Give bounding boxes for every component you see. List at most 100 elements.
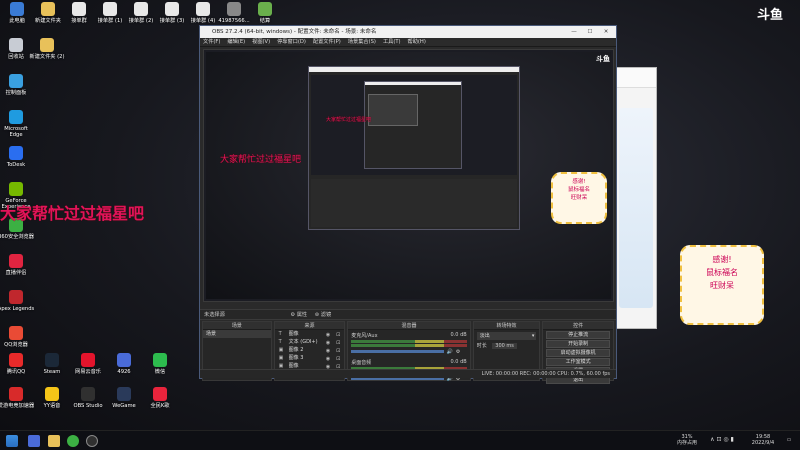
speaker-icon[interactable]: 🔊 — [447, 349, 453, 355]
app-icon — [9, 353, 23, 367]
desktop-top-icon-8[interactable]: 结算 — [246, 2, 284, 24]
desktop-bottom1-icon-3[interactable]: 4926 — [105, 353, 143, 375]
clock[interactable]: 19:58 2022/9/4 — [746, 434, 780, 446]
mixer-channel: 麦克风/Aux 0.0 dB 🔊 ⚙ — [348, 330, 469, 357]
filters-label: 滤镜 — [320, 312, 332, 318]
app-icon — [81, 387, 95, 401]
source-item[interactable]: T 图像 ◉ ⊡ — [275, 330, 345, 338]
sticker-small-line3: 旺财呆 — [570, 195, 588, 201]
desktop-bottom1-icon-1[interactable]: Steam — [33, 353, 71, 375]
duration-input[interactable]: 300 ms — [492, 343, 517, 349]
menu-item-3[interactable]: 停靠窗口(D) — [277, 38, 306, 46]
desktop-left-icon-2[interactable]: Microsoft Edge — [0, 110, 35, 138]
transition-select[interactable]: 淡出 ▾ — [476, 332, 537, 340]
windows-start-icon[interactable] — [6, 435, 18, 447]
desktop-left-icon-7[interactable]: Apex Legends — [0, 290, 35, 312]
tray-battery[interactable]: 31% 内存占用 — [676, 434, 698, 446]
desktop-icon-label: 全民K歌 — [150, 403, 170, 409]
control-button-1[interactable]: 开始录制 — [546, 340, 610, 348]
sticker-small: 感谢! 鼠标福名 旺财呆 — [551, 172, 607, 224]
app-icon — [9, 387, 23, 401]
desktop-bottom2-icon-2[interactable]: OBS Studio — [69, 387, 107, 409]
scene-item[interactable]: 场景 — [203, 330, 271, 338]
channel-name: 桌面音频 — [351, 360, 372, 366]
tray-icons[interactable]: ∧ ⊡ ◎ ▮ — [702, 437, 742, 443]
desktop-icon-label: 360安全浏览器 — [0, 234, 34, 240]
menu-item-1[interactable]: 编辑(E) — [227, 38, 245, 46]
duration-label: 时长 — [476, 343, 487, 349]
properties-label: 属性 — [296, 312, 308, 318]
source-name: 图像 3 — [288, 355, 304, 361]
menu-item-5[interactable]: 场景集合(S) — [348, 38, 376, 46]
source-name: 图像 2 — [288, 347, 304, 353]
control-button-2[interactable]: 启动虚拟摄像机 — [546, 349, 610, 357]
desktop-icon-label: 微信 — [154, 369, 166, 375]
desktop-left-icon-3[interactable]: ToDesk — [0, 146, 35, 168]
desktop-icon-label: 网易云音乐 — [75, 369, 101, 375]
source-item[interactable]: T 文本 (GDI+) ◉ ⊡ — [275, 338, 345, 346]
source-item[interactable]: ▣ 图像 3 ◉ ⊡ — [275, 354, 345, 362]
app-icon — [9, 326, 23, 340]
maximize-icon[interactable]: ☐ — [582, 26, 598, 38]
desktop-bottom1-icon-2[interactable]: 网易云音乐 — [69, 353, 107, 375]
desktop-icon-label: WeGame — [112, 403, 136, 409]
desktop-bottom2-icon-3[interactable]: WeGame — [105, 387, 143, 409]
menu-item-2[interactable]: 视图(V) — [252, 38, 270, 46]
control-button-0[interactable]: 停止推流 — [546, 331, 610, 339]
source-type-icon: ▣ — [278, 355, 284, 361]
volume-slider[interactable] — [351, 350, 444, 353]
desktop-left-icon-6[interactable]: 直播伴侣 — [0, 254, 35, 276]
channel-db: 0.0 dB — [450, 359, 467, 365]
desktop-icon-label: ToDesk — [6, 162, 26, 168]
app-icon — [81, 353, 95, 367]
desktop-bottom2-icon-1[interactable]: YY语音 — [33, 387, 71, 409]
desktop-icon-label: 控制面板 — [5, 90, 27, 96]
menu-item-0[interactable]: 文件(F) — [203, 38, 220, 46]
desktop-bottom2-icon-4[interactable]: 全民K歌 — [141, 387, 179, 409]
volume-meter — [351, 344, 467, 347]
channel-db: 0.0 dB — [450, 332, 467, 338]
app-icon — [45, 353, 59, 367]
obs-window[interactable]: OBS 27.2.4 (64-bit, windows) - 配置文件: 未命名… — [199, 25, 617, 384]
desktop-icon-label: 爱游电竞加速器 — [0, 403, 35, 409]
menu-item-7[interactable]: 帮助(H) — [408, 38, 426, 46]
filters-button[interactable]: ⊚ 滤镜 — [315, 312, 331, 318]
desktop-bottom1-icon-0[interactable]: 腾讯QQ — [0, 353, 35, 375]
obs-title: OBS 27.2.4 (64-bit, windows) - 配置文件: 未命名… — [212, 29, 377, 35]
taskbar-folder-icon[interactable] — [48, 435, 60, 447]
scenes-dock-title: 场景 — [203, 322, 271, 330]
app-icon — [153, 353, 167, 367]
app-icon — [9, 254, 23, 268]
close-icon[interactable]: ✕ — [598, 26, 614, 38]
minimize-icon[interactable]: — — [566, 26, 582, 38]
menu-item-4[interactable]: 配置文件(P) — [313, 38, 341, 46]
control-button-3[interactable]: 工作室模式 — [546, 358, 610, 366]
desktop-bottom2-icon-0[interactable]: 爱游电竞加速器 — [0, 387, 35, 409]
app-icon — [196, 2, 210, 16]
sticker-line2: 鼠标福名 — [706, 268, 738, 277]
desktop-left-icon-8[interactable]: QQ浏览器 — [0, 326, 35, 348]
properties-button[interactable]: ⚙ 属性 — [290, 312, 307, 318]
source-item[interactable]: ▣ 图像 2 ◉ ⊡ — [275, 346, 345, 354]
obs-preview[interactable]: 斗鱼 感谢! 鼠标福名 旺财呆 大家帮忙过过福星吧 大家帮忙过过福星吧 — [203, 49, 614, 302]
app-icon — [41, 2, 55, 16]
app-icon — [227, 2, 241, 16]
sticker-line1: 感谢! — [712, 255, 732, 264]
gear-icon[interactable]: ⚙ — [456, 349, 460, 355]
douyu-logo: 斗鱼 — [756, 8, 783, 23]
desktop-icon-label: QQ浏览器 — [4, 342, 28, 348]
desktop-left-icon-1[interactable]: 控制面板 — [0, 74, 35, 96]
menu-item-6[interactable]: 工具(T) — [383, 38, 401, 46]
taskbar-obs-icon[interactable] — [86, 435, 98, 447]
source-type-icon: ▣ — [278, 347, 284, 353]
desktop-bottom1-icon-4[interactable]: 微信 — [141, 353, 179, 375]
app-icon — [10, 2, 24, 16]
desktop-icon-folder2[interactable]: 新建文件夹 (2) — [28, 38, 66, 60]
controls-dock-title: 控件 — [543, 322, 613, 330]
obs-context-bar: 未选择源 ⚙ 属性 ⊚ 滤镜 — [200, 309, 616, 320]
taskbar-app-4926-icon[interactable] — [28, 435, 40, 447]
taskbar-360-icon[interactable] — [67, 435, 79, 447]
sticker-small-line2: 鼠标福名 — [567, 187, 590, 193]
notification-icon[interactable]: ▭ — [784, 437, 794, 443]
browser-window[interactable] — [614, 67, 657, 329]
